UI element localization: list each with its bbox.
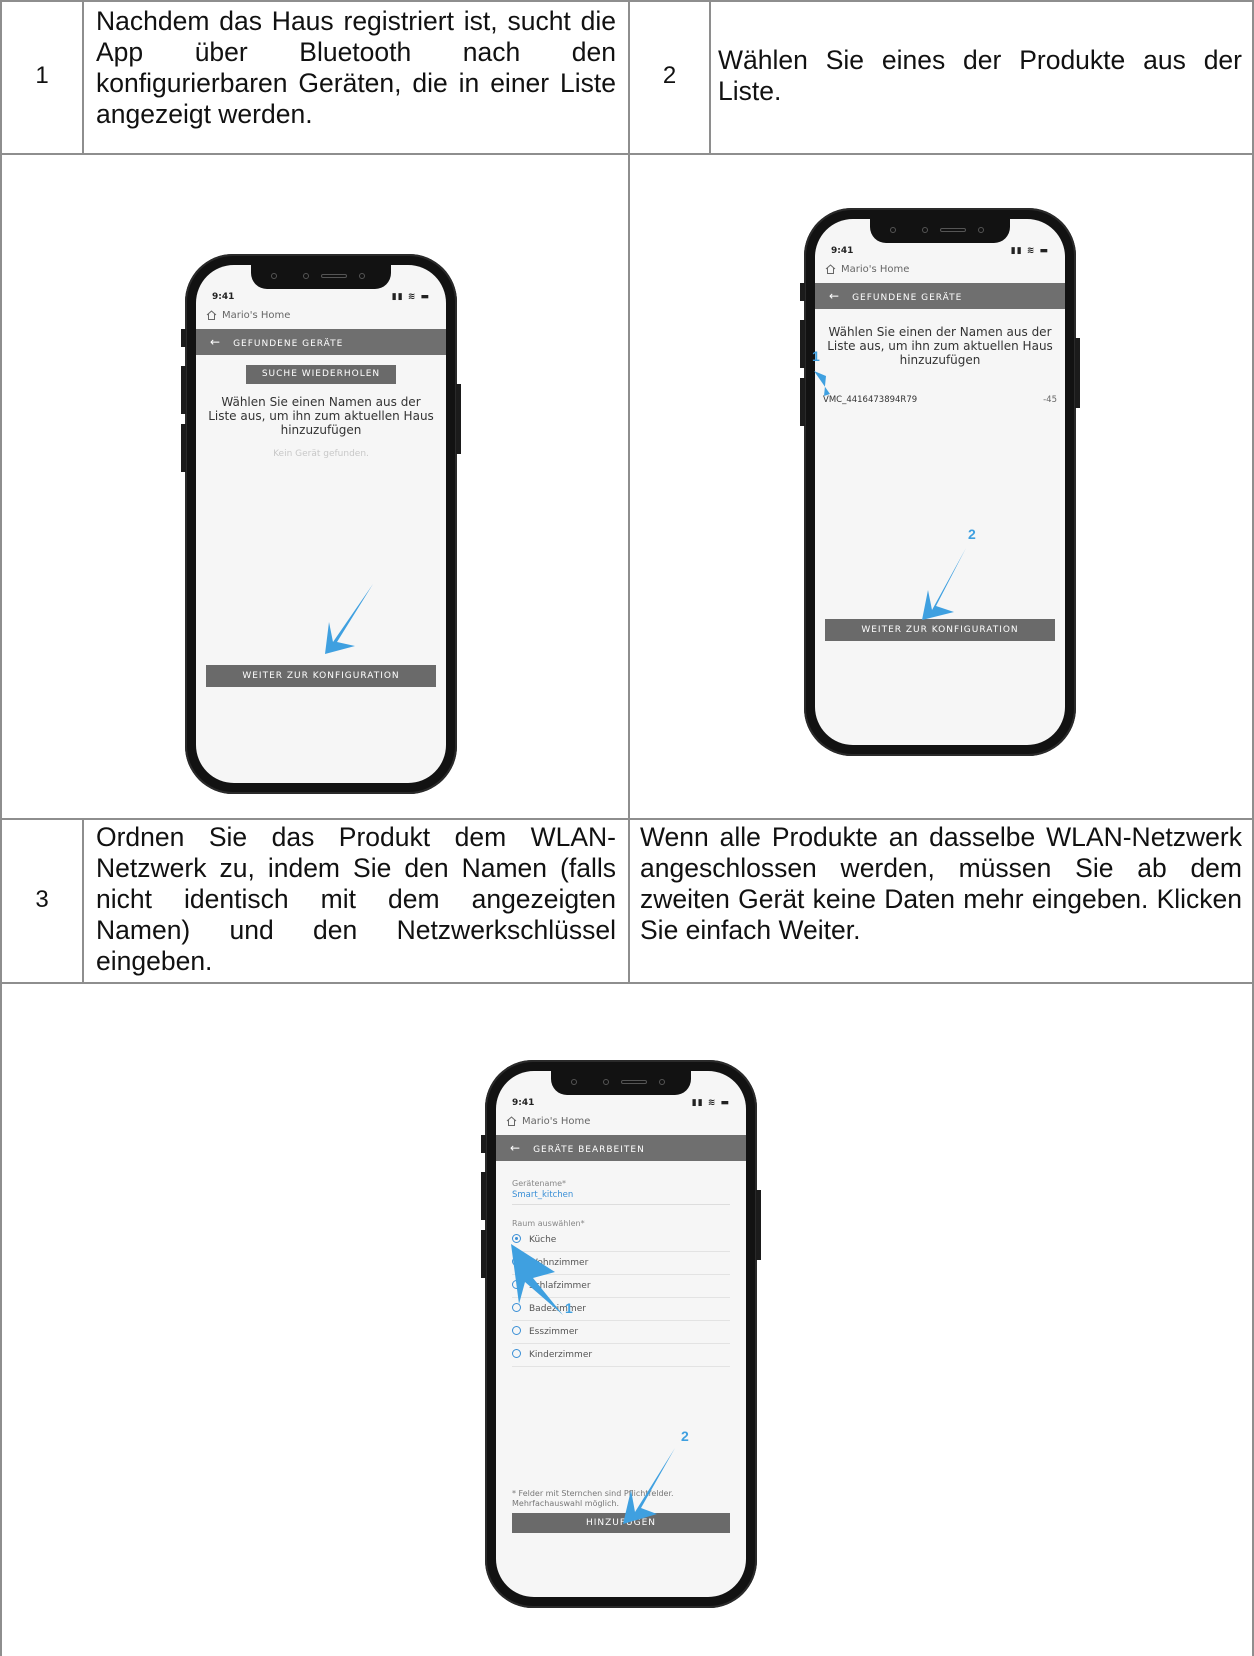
col-divider-mid-row1 (628, 0, 630, 818)
pointer-arrow-icon (511, 1244, 675, 1524)
step-1-text: Nachdem das Haus registriert ist, sucht … (96, 6, 616, 129)
annotation-marker-2: 2 (968, 526, 976, 542)
step-3-text: Ordnen Sie das Produkt dem WLAN-Netzwerk… (96, 822, 616, 976)
step-3-note-text: Wenn alle Produkte an dasselbe WLAN-Netz… (640, 822, 1242, 945)
pointer-arrow-icon (325, 584, 373, 654)
step-2-text: Wählen Sie eines der Produkte aus der Li… (718, 45, 1242, 106)
row-divider-1 (0, 153, 1254, 155)
annotation-marker-1: 1 (812, 348, 820, 364)
col-divider-num1 (82, 0, 84, 153)
col-divider-num2 (709, 0, 711, 153)
annotation-marker-1: 1 (565, 1300, 573, 1316)
table-border-top (0, 0, 1254, 2)
step-number-2: 2 (662, 62, 677, 89)
phone-mockup-search: 9:41 ▮▮ ≋ ▬ Mario's Home ← GEFUNDENE GERÄT… (181, 254, 461, 794)
phone-mockup-device-list: 9:41 ▮▮ ≋ ▬ Mario's Home ← GEFUNDENE GERÄT… (800, 208, 1080, 756)
step-number-3: 3 (35, 886, 49, 913)
annotation-marker-2: 2 (681, 1428, 689, 1444)
row-divider-3 (0, 982, 1254, 984)
col-divider-mid-row3 (628, 818, 630, 982)
phone-mockup-edit-device: 9:41 ▮▮ ≋ ▬ Mario's Home ← GERÄTE BEARBEIT… (481, 1060, 761, 1608)
col-divider-num3 (82, 818, 84, 982)
table-border-left (0, 0, 2, 1656)
step-number-1: 1 (35, 62, 49, 89)
pointer-arrow-icon (814, 371, 966, 620)
row-divider-2 (0, 818, 1254, 820)
